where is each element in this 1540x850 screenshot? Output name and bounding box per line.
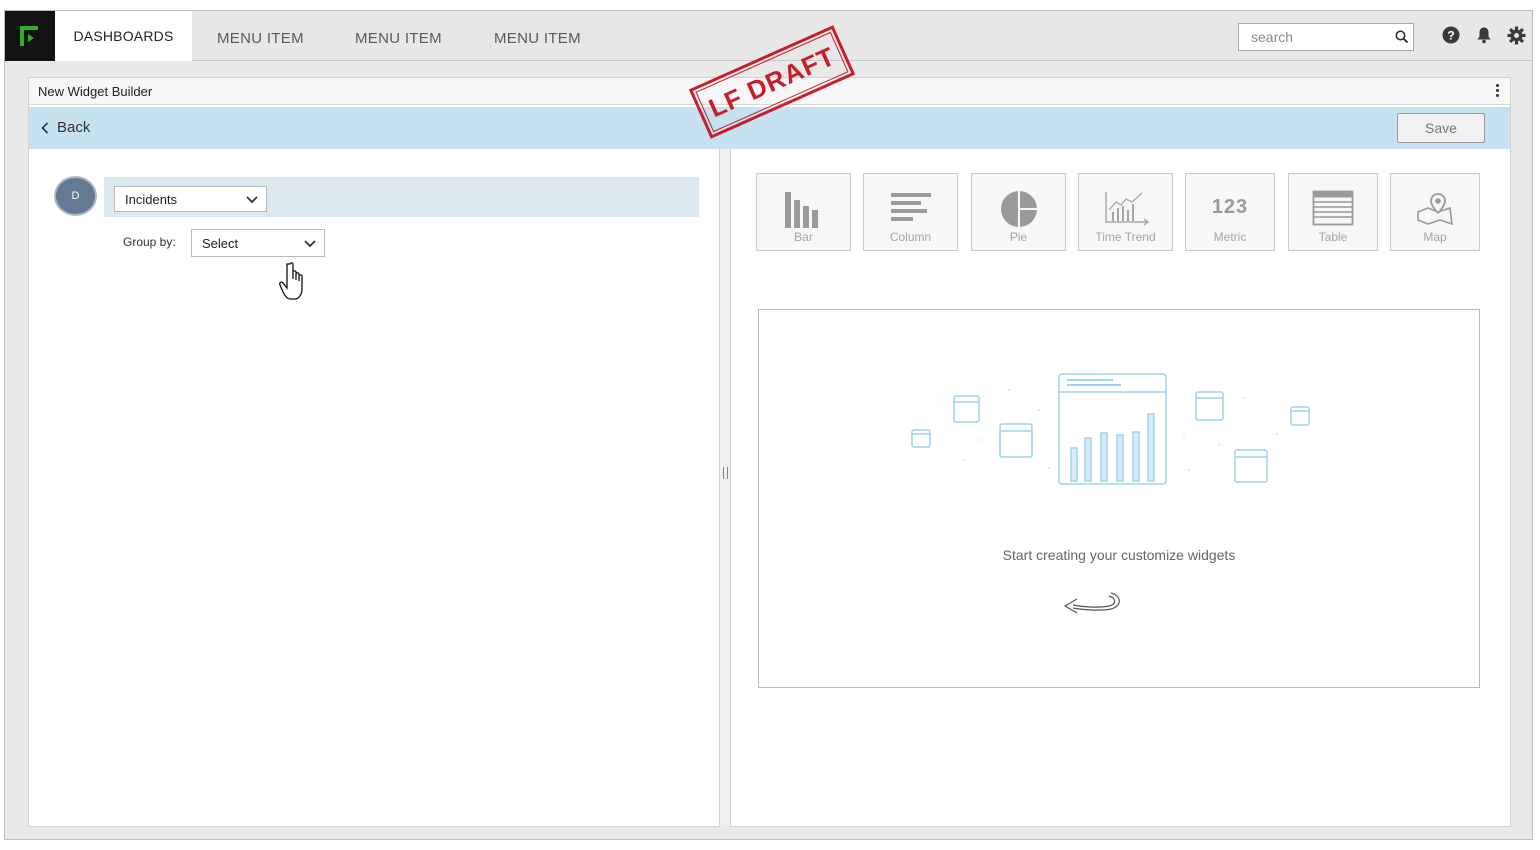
search-icon[interactable] xyxy=(1395,30,1409,44)
chevron-down-icon xyxy=(304,240,316,248)
widget-preview-area: Start creating your customize widgets xyxy=(758,309,1480,688)
app-logo[interactable] xyxy=(5,11,55,61)
panel-title: New Widget Builder xyxy=(38,84,153,99)
tab-dashboards[interactable]: DASHBOARDS xyxy=(55,11,192,61)
preview-pane: Bar Column Pie Time Trend 123 Metric Tab… xyxy=(731,149,1511,827)
chart-type-label: Pie xyxy=(1009,230,1028,244)
datasource-value: Incidents xyxy=(125,191,178,207)
chart-type-label: Metric xyxy=(1213,230,1247,244)
group-by-label: Group by: xyxy=(123,235,176,249)
chart-type-label: Bar xyxy=(794,230,813,244)
time-trend-icon xyxy=(1104,192,1149,226)
chart-type-table[interactable]: Table xyxy=(1288,173,1378,251)
pie-chart-icon xyxy=(1000,191,1037,227)
empty-state-illustration xyxy=(911,373,1310,485)
chart-type-column[interactable]: Column xyxy=(863,173,958,251)
more-options-icon[interactable] xyxy=(1496,84,1500,99)
chart-type-label: Time Trend xyxy=(1095,230,1156,244)
help-icon[interactable]: ? xyxy=(1442,26,1460,44)
back-label: Back xyxy=(57,119,91,136)
chart-type-label: Table xyxy=(1318,230,1348,244)
menu-item-2[interactable]: MENU ITEM xyxy=(355,30,442,47)
menu-item-1[interactable]: MENU ITEM xyxy=(217,30,304,47)
datasource-select[interactable]: Incidents xyxy=(114,186,267,212)
widget-builder-panel: New Widget Builder Back Save D Incidents xyxy=(28,77,1511,827)
grip-icon xyxy=(723,467,728,479)
logo-icon xyxy=(20,26,38,46)
gear-icon[interactable] xyxy=(1507,26,1526,45)
map-icon xyxy=(1417,193,1453,226)
chevron-down-icon xyxy=(246,196,258,204)
table-icon xyxy=(1312,190,1354,226)
app-window: DASHBOARDS MENU ITEM MENU ITEM MENU ITEM… xyxy=(4,10,1533,840)
back-bar: Back Save xyxy=(29,107,1510,149)
group-by-value: Select xyxy=(202,235,239,251)
search-input[interactable] xyxy=(1239,24,1379,50)
column-chart-icon xyxy=(890,193,931,221)
svg-text:?: ? xyxy=(1447,29,1454,43)
bar-chart-icon xyxy=(784,192,818,228)
menu-item-3[interactable]: MENU ITEM xyxy=(494,30,581,47)
datasource-avatar: D xyxy=(54,176,97,216)
bell-icon[interactable] xyxy=(1475,26,1493,44)
chart-type-map[interactable]: Map xyxy=(1390,173,1480,251)
metric-icon: 123 xyxy=(1211,196,1249,218)
save-button[interactable]: Save xyxy=(1397,113,1485,143)
chart-type-label: Column xyxy=(889,230,932,244)
chart-type-bar[interactable]: Bar xyxy=(756,173,851,251)
chevron-left-icon xyxy=(41,121,49,134)
datasource-row: Incidents xyxy=(104,177,699,217)
config-pane: D Incidents Group by: Select xyxy=(29,149,719,827)
search-field xyxy=(1238,23,1414,51)
chart-type-metric[interactable]: 123 Metric xyxy=(1185,173,1275,251)
curved-arrow-icon xyxy=(1063,592,1120,614)
chart-type-label: Map xyxy=(1423,230,1447,244)
back-link[interactable]: Back xyxy=(41,119,90,136)
chart-type-time-trend[interactable]: Time Trend xyxy=(1078,173,1173,251)
pane-resize-handle[interactable] xyxy=(719,149,731,827)
hand-cursor-icon xyxy=(279,262,303,300)
group-by-select[interactable]: Select xyxy=(191,229,325,257)
empty-state-text: Start creating your customize widgets xyxy=(1002,547,1236,563)
chart-type-pie[interactable]: Pie xyxy=(971,173,1066,251)
